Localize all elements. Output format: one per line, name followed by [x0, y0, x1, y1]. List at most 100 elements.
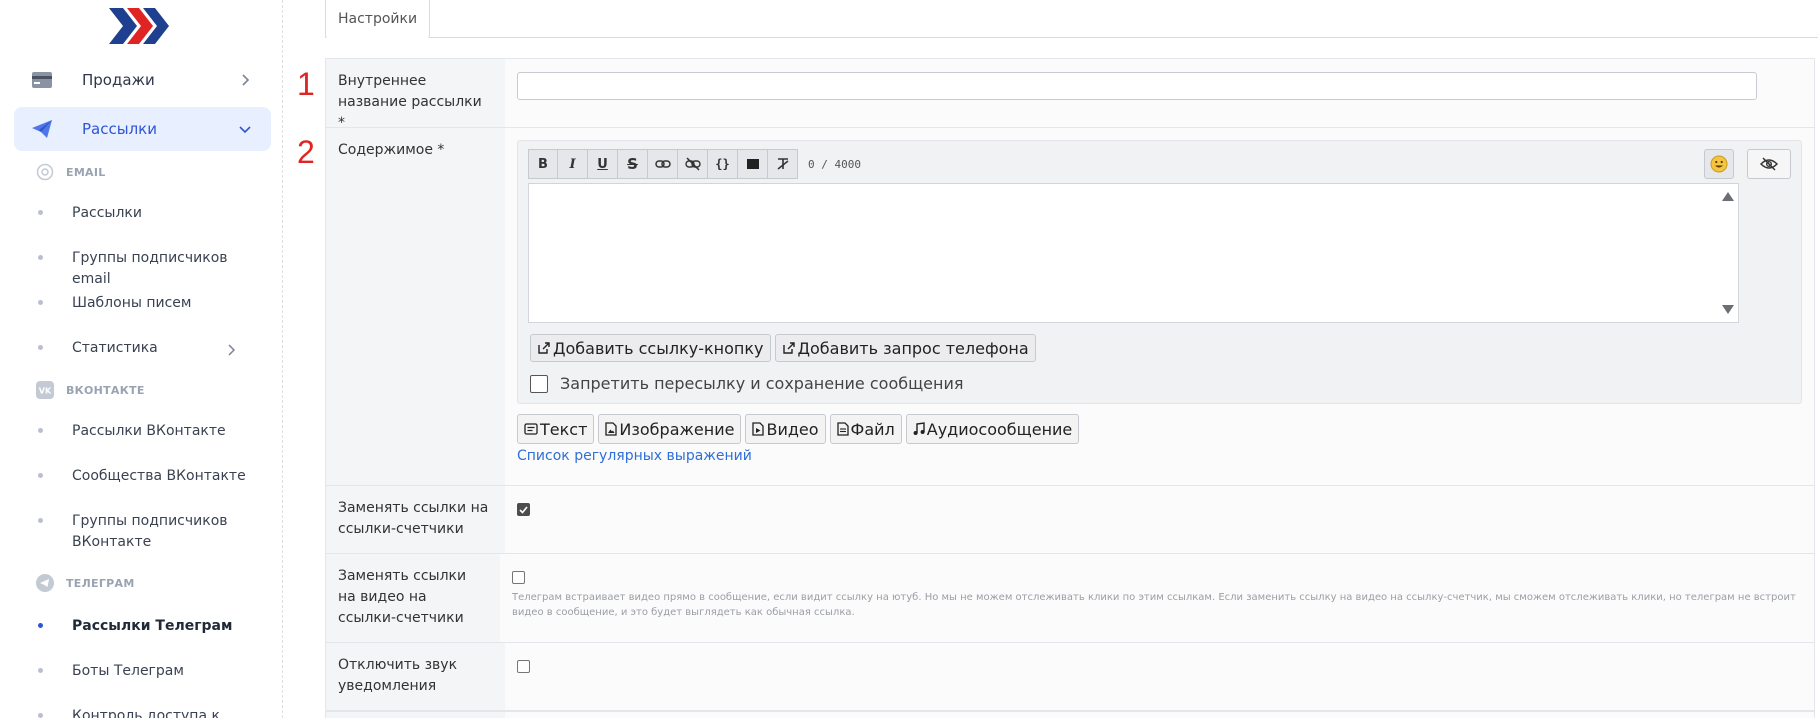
- file-icon: [836, 422, 849, 436]
- bullet: [38, 300, 43, 305]
- sidebar-item-statistics[interactable]: Статистика: [38, 338, 268, 359]
- replace-video-checkbox[interactable]: [512, 571, 525, 584]
- regex-list-link[interactable]: Список регулярных выражений: [517, 448, 752, 464]
- bullet: [38, 518, 43, 523]
- bullet: [38, 210, 43, 215]
- link-button[interactable]: [648, 149, 678, 179]
- menu-item-label: Рассылки: [82, 120, 157, 138]
- sidebar-item-telegram-access[interactable]: Контроль доступа к: [38, 706, 268, 718]
- strikethrough-button[interactable]: S: [618, 149, 648, 179]
- file-button[interactable]: Файл: [829, 414, 902, 444]
- emoji-button[interactable]: [1704, 149, 1734, 179]
- bullet: [38, 428, 43, 433]
- link-icon: [654, 160, 671, 168]
- credit-card-icon: [30, 68, 54, 92]
- sidebar-item-label: Боты Телеграм: [72, 663, 184, 679]
- spoiler-button[interactable]: [738, 149, 768, 179]
- form-row-content: Содержимое * B I U S {} 0 / 4000 Добавит…: [325, 127, 1815, 485]
- form-row-replace-links: Заменять ссылки на ссылки-счетчики: [325, 485, 1815, 553]
- sidebar-item-vk-mailings[interactable]: Рассылки ВКонтакте: [38, 421, 268, 442]
- telegram-icon: [36, 574, 54, 592]
- check-icon: [519, 505, 528, 514]
- mute-cell: [505, 643, 1815, 710]
- clear-format-button[interactable]: [768, 149, 798, 179]
- sidebar-item-label: Группы подписчиков email: [72, 250, 228, 287]
- section-email: EMAIL: [36, 162, 106, 182]
- form-row-name: Внутреннее название рассылки *: [325, 58, 1815, 131]
- message-textarea[interactable]: [528, 183, 1739, 323]
- content-label: Содержимое *: [325, 128, 505, 485]
- section-title: ВКОНТАКТЕ: [66, 383, 145, 397]
- forbid-forward-checkbox[interactable]: [530, 374, 548, 393]
- video-button[interactable]: Видео: [745, 414, 826, 444]
- sidebar-item-vk-communities[interactable]: Сообщества ВКонтакте: [38, 466, 268, 487]
- at-sign-icon: [36, 163, 54, 181]
- scroll-down-arrow[interactable]: [1722, 305, 1734, 314]
- sidebar-item-email-templates[interactable]: Шаблоны писем: [38, 293, 268, 314]
- text-button[interactable]: Текст: [517, 414, 595, 444]
- paper-plane-icon: [30, 117, 54, 141]
- bullet: [38, 668, 43, 673]
- add-link-button[interactable]: Добавить ссылку-кнопку: [530, 334, 771, 362]
- marker-2: 2: [297, 134, 315, 170]
- add-external-icon: [538, 342, 550, 354]
- message-editor: B I U S {} 0 / 4000 Добавить ссылку-кноп…: [517, 140, 1802, 404]
- form-row-mute: Отключить звук уведомления: [325, 642, 1815, 711]
- chevron-right-icon: [237, 72, 253, 88]
- section-title: EMAIL: [66, 165, 106, 179]
- audio-button-label: Аудиосообщение: [926, 419, 1073, 439]
- chevron-right-icon: [224, 342, 238, 356]
- svg-text:VK: VK: [39, 387, 52, 396]
- sidebar-item-label: Статистика: [72, 340, 158, 356]
- replace-links-label: Заменять ссылки на ссылки-счетчики: [325, 486, 505, 553]
- bullet: [38, 255, 43, 260]
- add-link-button-label: Добавить ссылку-кнопку: [553, 338, 764, 358]
- tab-settings[interactable]: Настройки: [325, 0, 431, 39]
- section-telegram: ТЕЛЕГРАМ: [36, 573, 135, 593]
- menu-item-mailings[interactable]: Рассылки: [14, 107, 271, 151]
- menu-item-sales[interactable]: Продажи: [14, 58, 271, 102]
- sidebar-item-telegram-mailings[interactable]: Рассылки Телеграм: [38, 616, 268, 637]
- bullet: [38, 623, 43, 628]
- italic-button[interactable]: I: [558, 149, 588, 179]
- bullet: [38, 345, 43, 350]
- char-counter: 0 / 4000: [808, 157, 861, 171]
- add-external-icon: [782, 342, 795, 354]
- replace-links-checkbox[interactable]: [517, 503, 530, 516]
- content-field-cell: B I U S {} 0 / 4000 Добавить ссылку-кноп…: [505, 128, 1815, 485]
- file-video-icon: [752, 422, 765, 436]
- name-input[interactable]: [517, 72, 1757, 100]
- editor-toolbar: B I U S {} 0 / 4000: [528, 149, 1791, 179]
- sidebar-item-email-groups[interactable]: Группы подписчиков email: [38, 248, 268, 290]
- file-image-icon: [605, 422, 618, 436]
- sidebar-item-label: Шаблоны писем: [72, 295, 192, 311]
- section-vk: VK ВКОНТАКТЕ: [36, 380, 145, 400]
- media-buttons: Текст Изображение Видео Файл Аудиосообще…: [517, 414, 1802, 444]
- audio-message-button[interactable]: Аудиосообщение: [905, 414, 1080, 444]
- vk-icon: VK: [36, 381, 54, 399]
- form-row-next: [325, 711, 1815, 718]
- name-field-cell: [505, 59, 1815, 127]
- menu-item-label: Продажи: [82, 71, 155, 89]
- sidebar-item-label: Контроль доступа к: [72, 708, 220, 718]
- add-phone-request-button[interactable]: Добавить запрос телефона: [774, 334, 1036, 362]
- sidebar-item-email-mailings[interactable]: Рассылки: [38, 203, 268, 224]
- scroll-up-arrow[interactable]: [1722, 192, 1734, 201]
- sidebar-item-telegram-bots[interactable]: Боты Телеграм: [38, 661, 268, 682]
- marker-1: 1: [297, 66, 315, 102]
- unlink-button[interactable]: [678, 149, 708, 179]
- emoji-icon: [1710, 155, 1728, 173]
- logo[interactable]: [107, 6, 171, 46]
- next-row-label: [325, 712, 505, 718]
- preview-toggle-button[interactable]: [1747, 149, 1791, 179]
- underline-button[interactable]: U: [588, 149, 618, 179]
- mute-checkbox[interactable]: [517, 660, 530, 673]
- code-button[interactable]: {}: [708, 149, 738, 179]
- bold-button[interactable]: B: [528, 149, 558, 179]
- button-row: Добавить ссылку-кнопку Добавить запрос т…: [530, 334, 1791, 362]
- image-button[interactable]: Изображение: [598, 414, 742, 444]
- replace-video-label: Заменять ссылки на видео на ссылки-счетч…: [325, 554, 500, 642]
- sidebar: Продажи Рассылки EMAIL Рассылки Группы п…: [0, 0, 283, 718]
- sidebar-item-vk-groups[interactable]: Группы подписчиков ВКонтакте: [38, 511, 238, 553]
- text-icon: [524, 423, 538, 435]
